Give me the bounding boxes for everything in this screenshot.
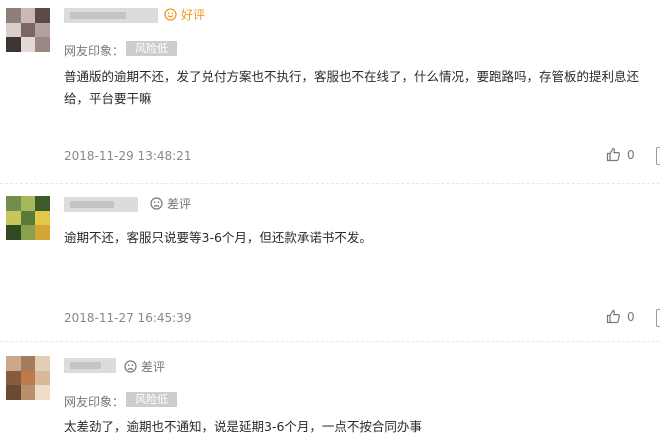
rating-badge: 差评: [150, 195, 191, 212]
like-button[interactable]: 0: [606, 309, 635, 324]
avatar-mosaic-cell: [6, 196, 22, 212]
like-button[interactable]: 0: [606, 147, 635, 162]
impression-label: 网友印象：: [64, 44, 125, 58]
avatar-mosaic-cell: [20, 210, 36, 226]
rating-label: 差评: [167, 197, 192, 211]
avatar-mosaic-cell: [20, 225, 36, 240]
like-count: 0: [627, 147, 635, 162]
thumbs-up-icon: [606, 309, 620, 324]
rating-badge: 好评: [164, 6, 205, 23]
avatar-mosaic-cell: [35, 356, 50, 372]
frown-face-icon: [124, 360, 137, 373]
avatar-mosaic-cell: [6, 22, 22, 38]
review-content: 逾期不还，客服只说要等3-6个月，但还款承诺书不发。: [64, 230, 372, 245]
avatar-mosaic-cell: [35, 196, 50, 212]
smile-face-icon: [164, 8, 177, 21]
avatar-mosaic-cell: [35, 370, 50, 386]
frown-face-icon: [150, 197, 163, 210]
review-content: 太差劲了，逾期也不通知，说是延期3-6个月，一点不按合同办事: [64, 419, 422, 434]
rating-label: 差评: [141, 360, 166, 374]
avatar[interactable]: [6, 196, 50, 240]
avatar-mosaic-cell: [35, 8, 50, 24]
avatar-mosaic-cell: [6, 210, 22, 226]
username-masked: [64, 358, 116, 373]
review-divider: [0, 341, 660, 342]
avatar-mosaic-cell: [20, 37, 36, 52]
impression-tag: 风险低: [126, 41, 177, 56]
avatar-mosaic-cell: [6, 370, 22, 386]
review-timestamp: 2018-11-27 16:45:39: [64, 311, 192, 325]
avatar-mosaic-cell: [6, 8, 22, 24]
username-masked: [64, 8, 158, 23]
avatar-mosaic-cell: [6, 37, 22, 52]
review-divider: [0, 183, 660, 184]
avatar-mosaic-cell: [35, 225, 50, 240]
avatar-mosaic-cell: [20, 385, 36, 400]
avatar-mosaic-cell: [35, 22, 50, 38]
avatar-mosaic-cell: [20, 196, 36, 212]
impression-tag: 风险低: [126, 392, 177, 407]
username-masked: [64, 197, 138, 212]
avatar-mosaic-cell: [35, 385, 50, 400]
like-count: 0: [627, 309, 635, 324]
avatar-mosaic-cell: [35, 37, 50, 52]
avatar-mosaic-cell: [35, 210, 50, 226]
thumbs-up-icon: [606, 147, 620, 162]
avatar-mosaic-cell: [6, 356, 22, 372]
avatar-mosaic-cell: [6, 225, 22, 240]
avatar-mosaic-cell: [20, 370, 36, 386]
impression-label: 网友印象：: [64, 395, 125, 409]
avatar[interactable]: [6, 356, 50, 400]
rating-label: 好评: [181, 8, 206, 22]
review-content: 普通版的逾期不还，发了兑付方案也不执行，客服也不在线了，什么情况，要跑路吗，存管…: [64, 69, 640, 106]
rating-badge: 差评: [124, 358, 165, 375]
more-icon[interactable]: [656, 309, 660, 327]
avatar-mosaic-cell: [20, 356, 36, 372]
more-icon[interactable]: [656, 147, 660, 165]
avatar[interactable]: [6, 8, 50, 52]
avatar-mosaic-cell: [20, 22, 36, 38]
review-timestamp: 2018-11-29 13:48:21: [64, 149, 192, 163]
avatar-mosaic-cell: [6, 385, 22, 400]
avatar-mosaic-cell: [20, 8, 36, 24]
